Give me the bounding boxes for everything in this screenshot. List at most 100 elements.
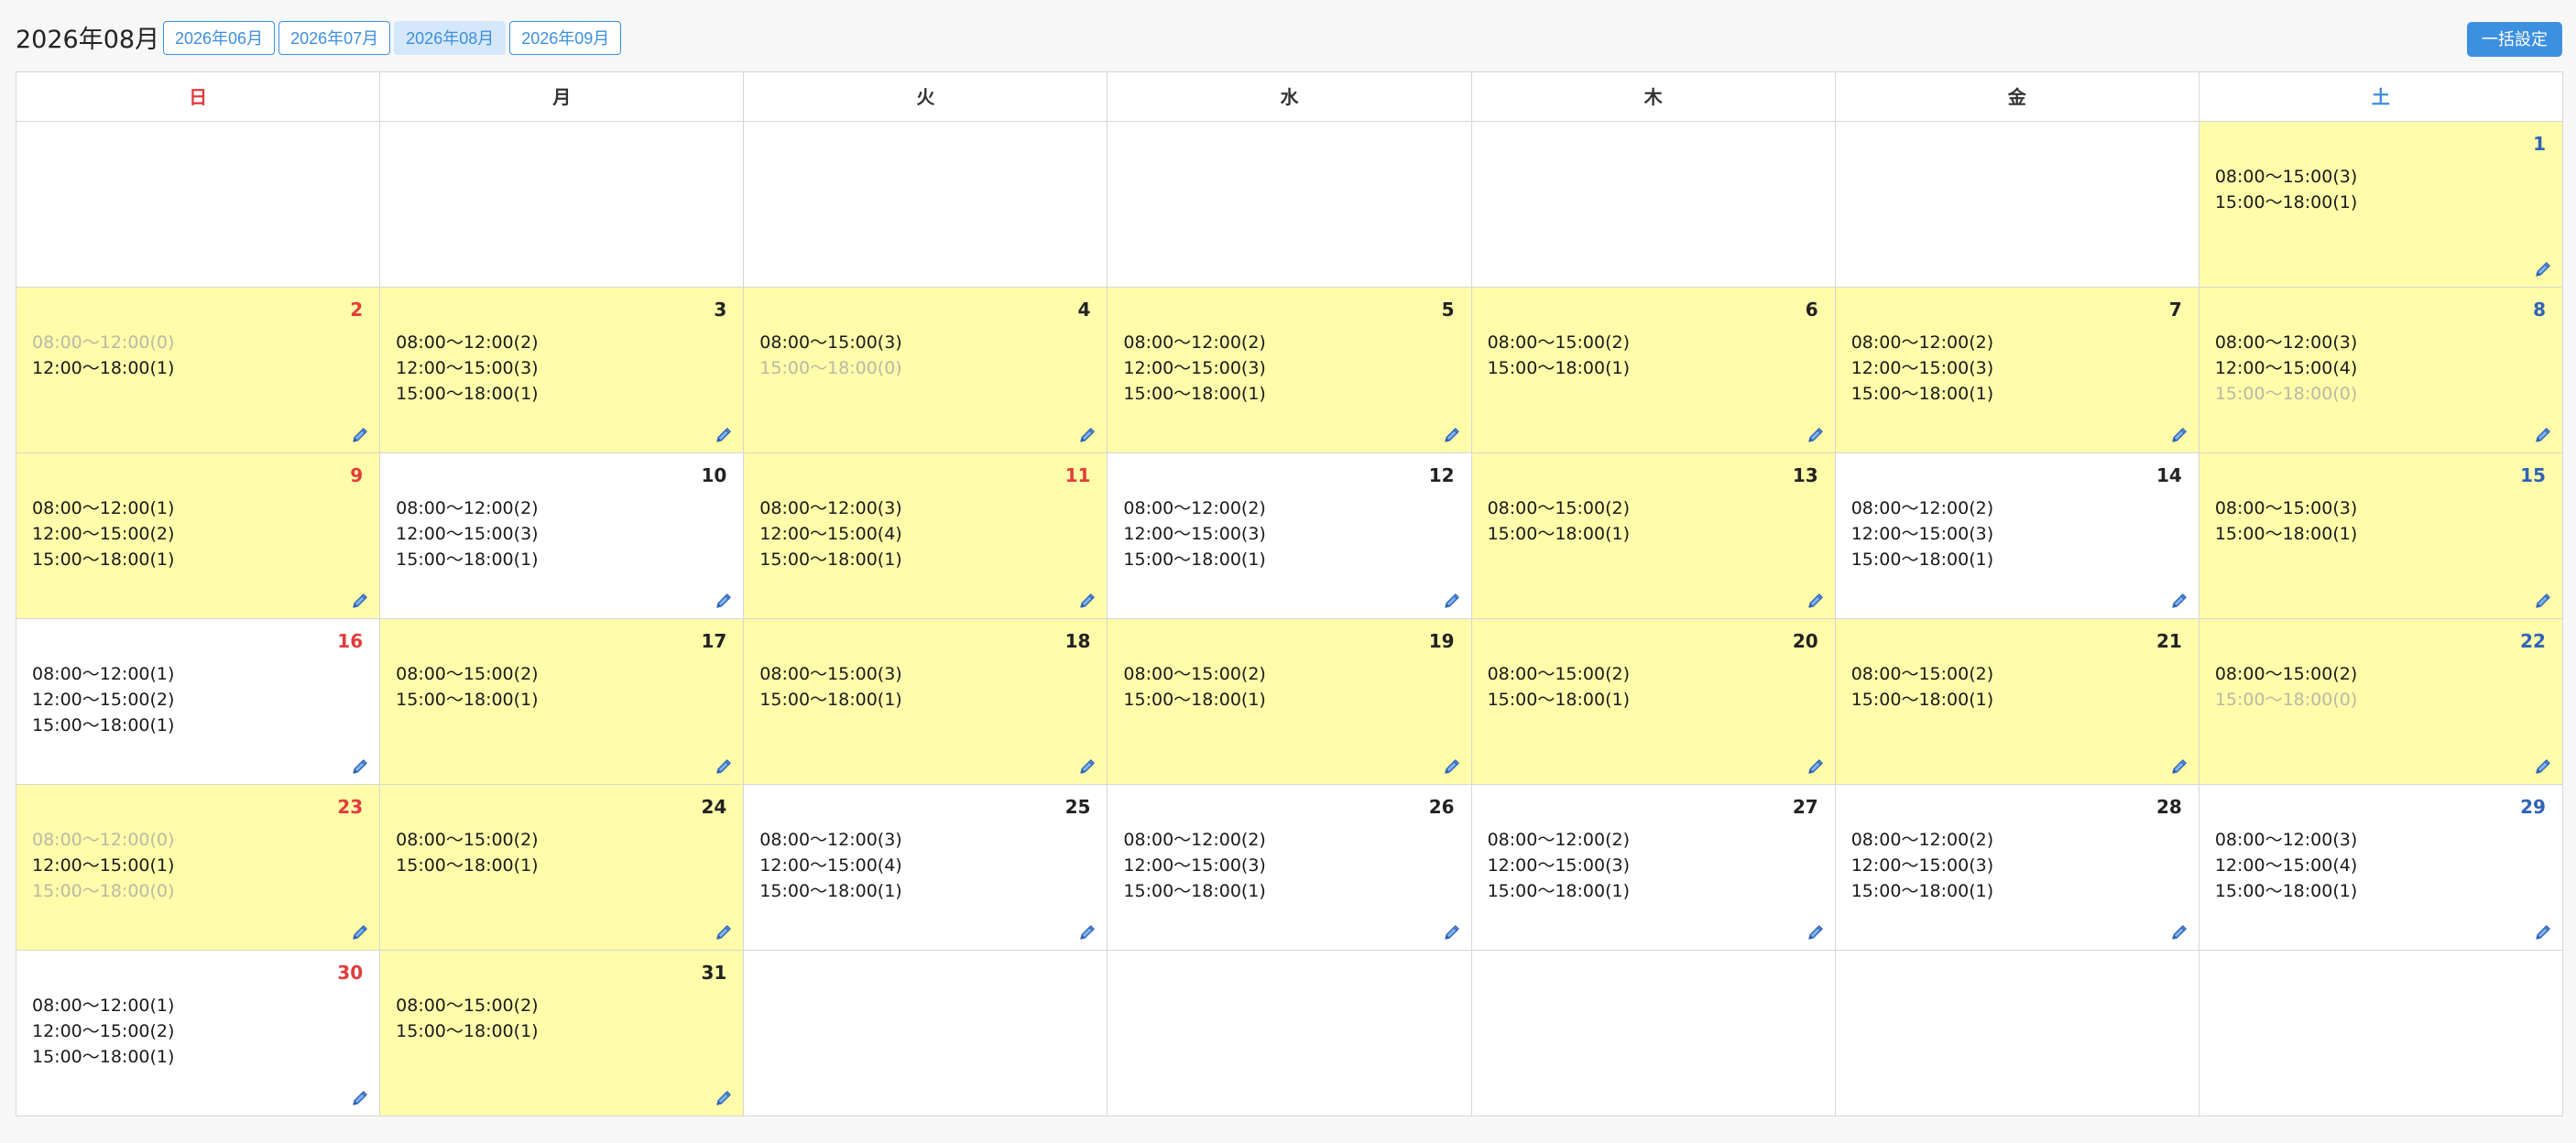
- edit-pencil-icon[interactable]: [714, 922, 734, 942]
- time-slot-list: 08:00〜15:00(2) 15:00〜18:00(1): [1488, 495, 1630, 547]
- day-number: 4: [1077, 299, 1091, 321]
- edit-pencil-icon[interactable]: [714, 591, 734, 611]
- time-slot: 15:00〜18:00(1): [2214, 192, 2358, 212]
- edit-pencil-icon[interactable]: [714, 757, 734, 777]
- edit-pencil-icon[interactable]: [350, 922, 370, 942]
- day-cell[interactable]: 27 08:00〜12:00(2) 12:00〜15:00(3) 15:00〜18:0…: [1471, 785, 1836, 951]
- day-cell[interactable]: 22 08:00〜15:00(2) 15:00〜18:00(0): [2199, 619, 2563, 785]
- empty-day-cell: [1108, 951, 1472, 1116]
- day-cell[interactable]: 18 08:00〜15:00(3) 15:00〜18:00(1): [744, 619, 1108, 785]
- day-cell[interactable]: 24 08:00〜15:00(2) 15:00〜18:00(1): [380, 785, 745, 951]
- time-slot: 15:00〜18:00(1): [2214, 524, 2358, 544]
- edit-pencil-icon[interactable]: [2533, 259, 2553, 279]
- edit-pencil-icon[interactable]: [1806, 922, 1826, 942]
- day-cell[interactable]: 14 08:00〜12:00(2) 12:00〜15:00(3) 15:00〜18:0…: [1835, 453, 2199, 619]
- month-tab-2026-08[interactable]: 2026年08月: [394, 21, 507, 55]
- day-cell[interactable]: 13 08:00〜15:00(2) 15:00〜18:00(1): [1471, 453, 1836, 619]
- day-cell[interactable]: 26 08:00〜12:00(2) 12:00〜15:00(3) 15:00〜18:0…: [1108, 785, 1472, 951]
- day-number: 1: [2533, 133, 2546, 155]
- edit-pencil-icon[interactable]: [1442, 425, 1462, 445]
- time-slot: 15:00〜18:00(1): [1850, 690, 1994, 710]
- time-slot: 15:00〜18:00(1): [1487, 358, 1630, 378]
- edit-pencil-icon[interactable]: [2169, 591, 2189, 611]
- time-slot: 12:00〜15:00(3): [1850, 358, 1994, 378]
- time-slot-list: 08:00〜12:00(3) 12:00〜15:00(4) 15:00〜18:00(…: [2215, 827, 2357, 904]
- day-cell[interactable]: 12 08:00〜12:00(2) 12:00〜15:00(3) 15:00〜18:0…: [1108, 453, 1472, 619]
- edit-pencil-icon[interactable]: [2533, 425, 2553, 445]
- time-slot: 15:00〜18:00(1): [759, 550, 902, 570]
- day-cell[interactable]: 11 08:00〜12:00(3) 12:00〜15:00(4) 15:00〜18:0…: [744, 453, 1108, 619]
- edit-pencil-icon[interactable]: [2169, 425, 2189, 445]
- edit-pencil-icon[interactable]: [1077, 757, 1097, 777]
- time-slot: 08:00〜12:00(3): [2214, 830, 2358, 850]
- edit-pencil-icon[interactable]: [1442, 591, 1462, 611]
- time-slot: 15:00〜18:00(1): [32, 715, 175, 735]
- day-cell[interactable]: 17 08:00〜15:00(2) 15:00〜18:00(1): [380, 619, 745, 785]
- time-slot: 15:00〜18:00(0): [2214, 690, 2358, 710]
- time-slot: 08:00〜15:00(2): [1850, 664, 1994, 684]
- month-tab-2026-07[interactable]: 2026年07月: [278, 21, 391, 55]
- edit-pencil-icon[interactable]: [1806, 757, 1826, 777]
- edit-pencil-icon[interactable]: [2533, 922, 2553, 942]
- day-cell[interactable]: 29 08:00〜12:00(3) 12:00〜15:00(4) 15:00〜18:0…: [2199, 785, 2563, 951]
- time-slot: 08:00〜15:00(2): [396, 664, 539, 684]
- time-slot: 15:00〜18:00(1): [759, 690, 902, 710]
- day-cell[interactable]: 4 08:00〜15:00(3) 15:00〜18:00(0): [744, 288, 1108, 453]
- edit-pencil-icon[interactable]: [1442, 757, 1462, 777]
- day-cell[interactable]: 30 08:00〜12:00(1) 12:00〜15:00(2) 15:00〜18:0…: [16, 951, 381, 1116]
- edit-pencil-icon[interactable]: [714, 425, 734, 445]
- day-cell[interactable]: 1 08:00〜15:00(3) 15:00〜18:00(1): [2199, 122, 2563, 288]
- weekday-header-sun: 日: [16, 72, 381, 122]
- time-slot: 15:00〜18:00(1): [2214, 881, 2358, 901]
- edit-pencil-icon[interactable]: [350, 425, 370, 445]
- day-cell[interactable]: 21 08:00〜15:00(2) 15:00〜18:00(1): [1835, 619, 2199, 785]
- edit-pencil-icon[interactable]: [2169, 757, 2189, 777]
- day-cell[interactable]: 28 08:00〜12:00(2) 12:00〜15:00(3) 15:00〜18:0…: [1835, 785, 2199, 951]
- day-cell[interactable]: 9 08:00〜12:00(1) 12:00〜15:00(2) 15:00〜18:00…: [16, 453, 381, 619]
- day-cell[interactable]: 5 08:00〜12:00(2) 12:00〜15:00(3) 15:00〜18:00…: [1108, 288, 1472, 453]
- edit-pencil-icon[interactable]: [1442, 922, 1462, 942]
- edit-pencil-icon[interactable]: [350, 591, 370, 611]
- calendar-grid: 日 月 火 水 木 金 土 1 08:00〜15:00(3) 15:00〜18:00…: [16, 71, 2563, 1116]
- edit-pencil-icon[interactable]: [714, 1088, 734, 1108]
- day-cell[interactable]: 6 08:00〜15:00(2) 15:00〜18:00(1): [1471, 288, 1836, 453]
- day-cell[interactable]: 19 08:00〜15:00(2) 15:00〜18:00(1): [1108, 619, 1472, 785]
- time-slot: 15:00〜18:00(1): [1123, 550, 1266, 570]
- day-cell[interactable]: 20 08:00〜15:00(2) 15:00〜18:00(1): [1471, 619, 1836, 785]
- edit-pencil-icon[interactable]: [1806, 591, 1826, 611]
- time-slot-list: 08:00〜12:00(0) 12:00〜18:00(1): [32, 330, 174, 381]
- edit-pencil-icon[interactable]: [1077, 591, 1097, 611]
- edit-pencil-icon[interactable]: [350, 757, 370, 777]
- day-cell[interactable]: 7 08:00〜12:00(2) 12:00〜15:00(3) 15:00〜18:00…: [1835, 288, 2199, 453]
- time-slot-list: 08:00〜15:00(3) 15:00〜18:00(1): [2215, 495, 2357, 547]
- day-cell[interactable]: 31 08:00〜15:00(2) 15:00〜18:00(1): [380, 951, 745, 1116]
- day-cell[interactable]: 25 08:00〜12:00(3) 12:00〜15:00(4) 15:00〜18:0…: [744, 785, 1108, 951]
- day-cell[interactable]: 10 08:00〜12:00(2) 12:00〜15:00(3) 15:00〜18:0…: [380, 453, 745, 619]
- day-cell[interactable]: 2 08:00〜12:00(0) 12:00〜18:00(1): [16, 288, 381, 453]
- time-slot-list: 08:00〜12:00(3) 12:00〜15:00(4) 15:00〜18:00(…: [759, 495, 901, 572]
- day-number: 11: [1064, 464, 1091, 486]
- time-slot-list: 08:00〜15:00(2) 15:00〜18:00(1): [1851, 661, 1993, 713]
- edit-pencil-icon[interactable]: [350, 1088, 370, 1108]
- edit-pencil-icon[interactable]: [2533, 591, 2553, 611]
- month-tabs: 2026年06月 2026年07月 2026年08月 2026年09月: [163, 21, 622, 55]
- weekday-header-mon: 月: [380, 72, 745, 122]
- day-cell[interactable]: 3 08:00〜12:00(2) 12:00〜15:00(3) 15:00〜18:00…: [380, 288, 745, 453]
- month-tab-2026-09[interactable]: 2026年09月: [509, 21, 622, 55]
- edit-pencil-icon[interactable]: [1077, 425, 1097, 445]
- day-cell[interactable]: 8 08:00〜12:00(3) 12:00〜15:00(4) 15:00〜18:00…: [2199, 288, 2563, 453]
- edit-pencil-icon[interactable]: [1806, 425, 1826, 445]
- edit-pencil-icon[interactable]: [1077, 922, 1097, 942]
- empty-day-cell: [1108, 122, 1472, 288]
- time-slot-list: 08:00〜12:00(1) 12:00〜15:00(2) 15:00〜18:00(…: [32, 495, 174, 572]
- day-cell[interactable]: 23 08:00〜12:00(0) 12:00〜15:00(1) 15:00〜18:0…: [16, 785, 381, 951]
- month-tab-2026-06[interactable]: 2026年06月: [163, 21, 276, 55]
- page-title: 2026年08月: [16, 26, 160, 54]
- time-slot: 08:00〜12:00(1): [32, 996, 175, 1016]
- edit-pencil-icon[interactable]: [2169, 922, 2189, 942]
- day-cell[interactable]: 16 08:00〜12:00(1) 12:00〜15:00(2) 15:00〜18:0…: [16, 619, 381, 785]
- day-cell[interactable]: 15 08:00〜15:00(3) 15:00〜18:00(1): [2199, 453, 2563, 619]
- edit-pencil-icon[interactable]: [2533, 757, 2553, 777]
- bulk-settings-button[interactable]: 一括設定: [2467, 22, 2562, 57]
- calendar-week-row: 30 08:00〜12:00(1) 12:00〜15:00(2) 15:00〜18:0…: [16, 951, 2563, 1116]
